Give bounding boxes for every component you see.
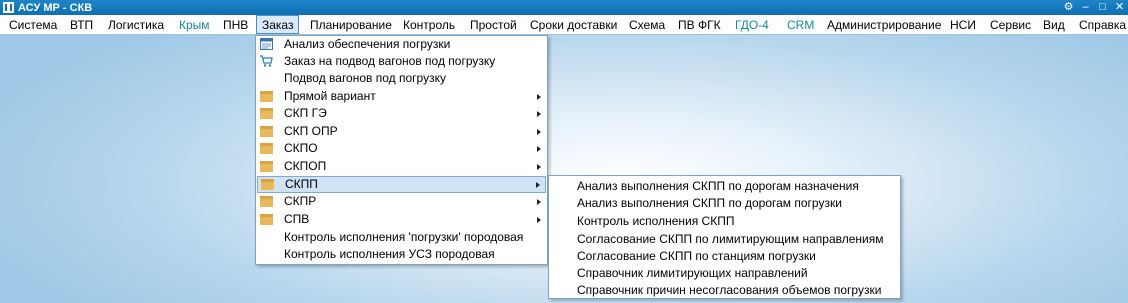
menu-pnv[interactable]: ПНВ [223, 15, 248, 35]
menu-item-skpo[interactable]: СКПО [256, 140, 547, 157]
menu-planirovanie[interactable]: Планирование [310, 15, 392, 35]
submenu-item-kontrol-ispolneniya[interactable]: Контроль исполнения СКПП [577, 213, 734, 230]
folder-icon [260, 196, 273, 207]
skpp-submenu: Анализ выполнения СКПП по дорогам назнач… [548, 175, 901, 299]
folder-icon [260, 126, 273, 137]
menu-kontrol[interactable]: Контроль [403, 15, 455, 35]
menu-logistika[interactable]: Логистика [108, 15, 164, 35]
menu-krym[interactable]: Крым [179, 15, 210, 35]
folder-icon [260, 91, 273, 102]
menu-item-label: СКПР [284, 194, 317, 208]
menu-crm[interactable]: CRM [787, 15, 814, 35]
menu-item-spv[interactable]: СПВ [256, 211, 547, 228]
menu-item-skp-opr[interactable]: СКП ОПР [256, 123, 547, 140]
menu-zakaz[interactable]: Заказ [256, 15, 300, 34]
zakaz-dropdown-menu: Анализ обеспечения погрузки Заказ на под… [255, 35, 548, 265]
menu-item-label: Заказ на подвод вагонов под погрузку [284, 54, 496, 68]
folder-icon [260, 108, 273, 119]
submenu-item-analiz-naznacheniya[interactable]: Анализ выполнения СКПП по дорогам назнач… [577, 178, 859, 195]
menu-spravka[interactable]: Справка [1079, 15, 1126, 35]
submenu-arrow-icon [537, 146, 541, 152]
menu-skhema[interactable]: Схема [629, 15, 665, 35]
menu-nsi[interactable]: НСИ [950, 15, 976, 35]
window-title: АСУ МР - СКВ [18, 1, 93, 14]
submenu-arrow-icon [537, 111, 541, 117]
submenu-item-analiz-pogruzki[interactable]: Анализ выполнения СКПП по дорогам погруз… [577, 195, 842, 212]
submenu-arrow-icon [536, 182, 540, 188]
settings-icon[interactable]: ⚙ [1063, 2, 1074, 13]
submenu-arrow-icon [537, 94, 541, 100]
cart-icon [260, 55, 273, 67]
menu-item-label: Анализ обеспечения погрузки [284, 37, 451, 51]
menu-item-kontrol-usz-porodovaya[interactable]: Контроль исполнения УСЗ породовая [256, 246, 547, 263]
menu-item-label: Контроль исполнения УСЗ породовая [284, 247, 495, 261]
menu-item-label: СПВ [284, 212, 310, 226]
menu-item-analiz-obespecheniya[interactable]: Анализ обеспечения погрузки [256, 36, 547, 53]
folder-icon [260, 143, 273, 154]
menu-item-label: СКП ГЭ [284, 106, 327, 120]
menu-item-label: СКП ОПР [284, 124, 338, 138]
window-controls: ⚙ – □ ✕ [1063, 0, 1125, 15]
folder-icon [260, 161, 273, 172]
menu-administrirovanie[interactable]: Администрирование [827, 15, 941, 35]
menu-item-kontrol-pogruzki-porodovaya[interactable]: Контроль исполнения 'погрузки' породовая [256, 229, 547, 246]
menu-item-skp-ge[interactable]: СКП ГЭ [256, 105, 547, 122]
menu-item-podvod-vagonov[interactable]: Подвод вагонов под погрузку [256, 70, 547, 87]
submenu-item-soglasovanie-limit[interactable]: Согласование СКПП по лимитирующим направ… [577, 231, 884, 248]
menu-item-skpp[interactable]: СКПП [257, 176, 546, 193]
folder-icon [260, 214, 273, 225]
menu-item-label: СКПП [285, 177, 318, 191]
menu-gdo-4[interactable]: ГДО-4 [735, 15, 769, 35]
submenu-arrow-icon [537, 129, 541, 135]
menu-item-pryamoy-variant[interactable]: Прямой вариант [256, 88, 547, 105]
submenu-item-spravochnik-limit[interactable]: Справочник лимитирующих направлений [577, 265, 808, 282]
menu-item-label: СКПО [284, 141, 318, 155]
submenu-arrow-icon [537, 164, 541, 170]
menu-servis[interactable]: Сервис [990, 15, 1031, 35]
submenu-item-spravochnik-prichin[interactable]: Справочник причин несогласования объемов… [577, 282, 881, 299]
menu-item-label: Контроль исполнения 'погрузки' породовая [284, 230, 524, 244]
submenu-arrow-icon [537, 199, 541, 205]
menu-bar: Система ВТП Логистика Крым ПНВ Заказ Пла… [0, 15, 1128, 35]
menu-item-zakaz-na-podvod[interactable]: Заказ на подвод вагонов под погрузку [256, 53, 547, 70]
menu-vtp[interactable]: ВТП [70, 15, 93, 35]
menu-item-skpop[interactable]: СКПОП [256, 158, 547, 175]
menu-sistema[interactable]: Система [9, 15, 57, 35]
menu-item-skpr[interactable]: СКПР [256, 193, 547, 210]
menu-item-label: СКПОП [284, 159, 327, 173]
folder-icon [261, 179, 274, 190]
menu-pv-fgk[interactable]: ПВ ФГК [678, 15, 721, 35]
menu-item-label: Прямой вариант [284, 89, 376, 103]
title-bar: АСУ МР - СКВ ⚙ – □ ✕ [0, 0, 1128, 15]
app-icon [3, 2, 14, 13]
menu-item-label: Подвод вагонов под погрузку [284, 71, 446, 85]
submenu-arrow-icon [537, 217, 541, 223]
report-icon [260, 38, 273, 50]
menu-prostoy[interactable]: Простой [470, 15, 517, 35]
maximize-icon[interactable]: □ [1097, 2, 1108, 13]
minimize-icon[interactable]: – [1080, 2, 1091, 13]
close-icon[interactable]: ✕ [1114, 2, 1125, 13]
submenu-item-soglasovanie-stanciyam[interactable]: Согласование СКПП по станциям погрузки [577, 248, 816, 265]
menu-sroki-dostavki[interactable]: Сроки доставки [530, 15, 617, 35]
menu-vid[interactable]: Вид [1043, 15, 1065, 35]
